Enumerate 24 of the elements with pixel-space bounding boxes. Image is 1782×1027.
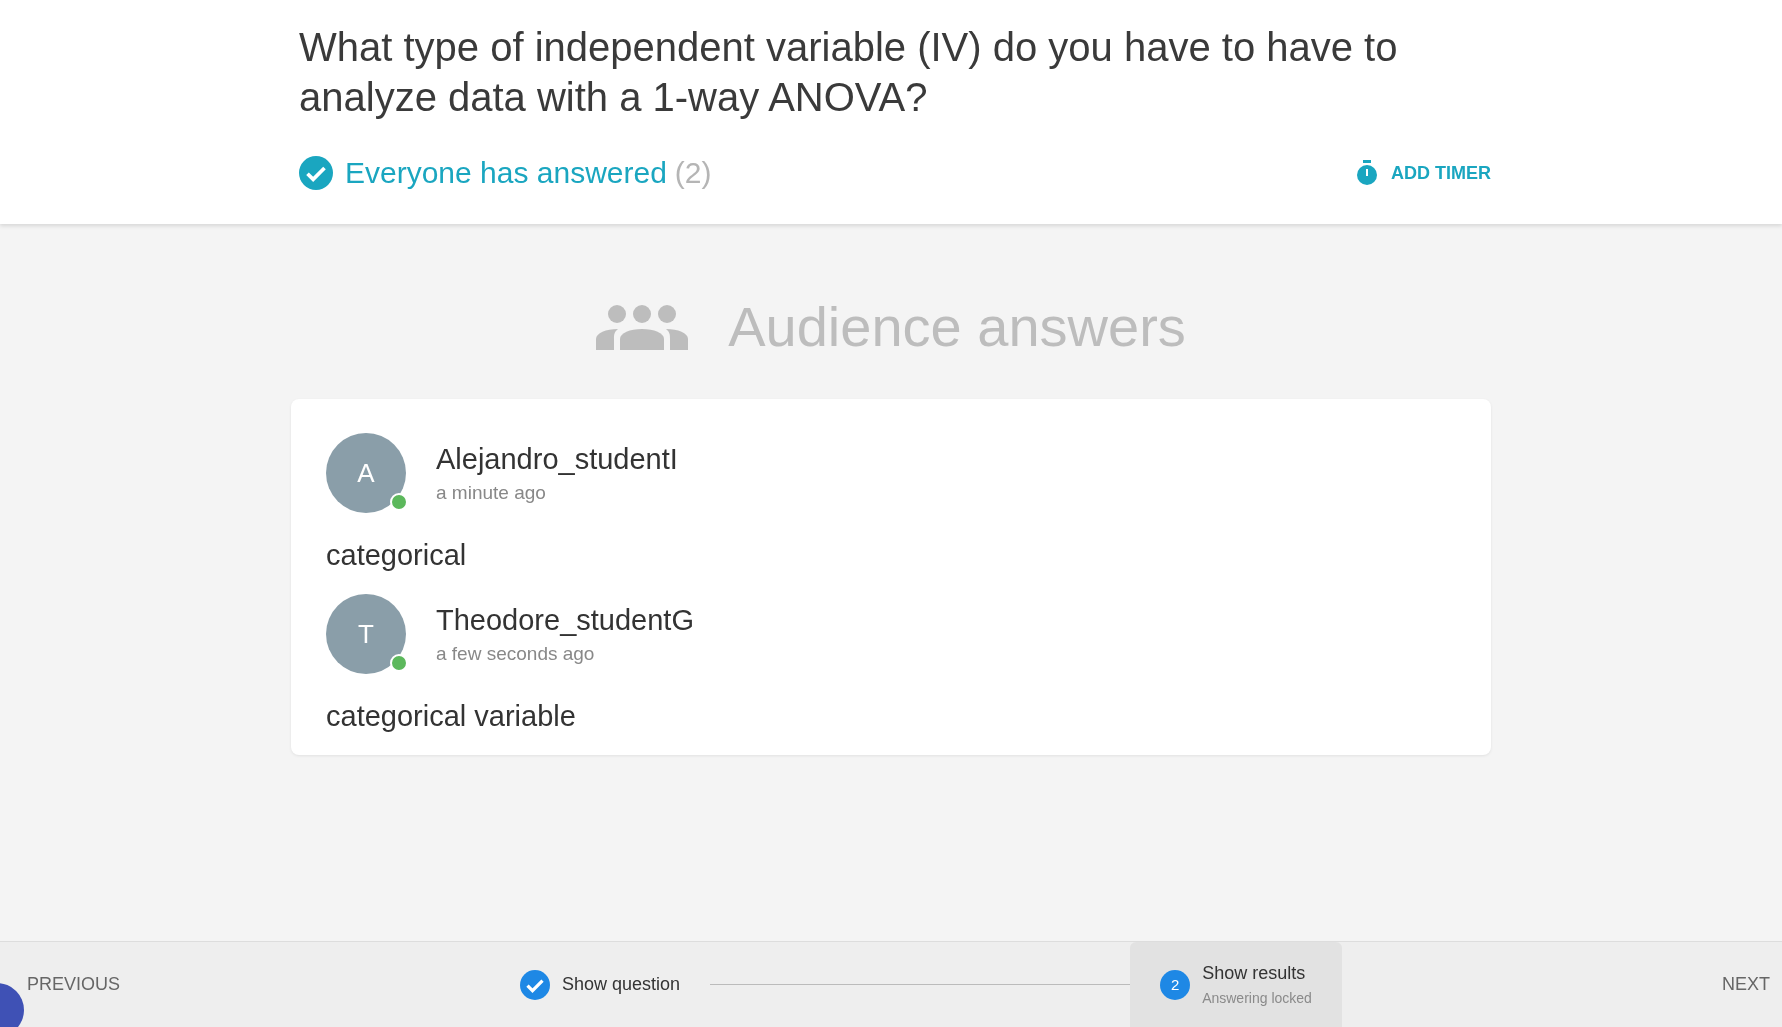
answer-text: categorical: [326, 539, 468, 572]
next-button[interactable]: NEXT: [1722, 970, 1770, 999]
user-name: Theodore_studentG: [436, 603, 694, 637]
step[interactable]: 2 Show results Answering locked: [1130, 942, 1342, 1027]
answer-time: a minute ago: [436, 481, 547, 504]
answer-status: Everyone has answered: [345, 156, 667, 190]
add-timer-button[interactable]: ADD TIMER: [1355, 156, 1491, 190]
answer-count: (2): [674, 156, 712, 190]
check-circle-icon: [520, 969, 551, 1000]
check-circle-icon: [299, 156, 333, 190]
answer-text: categorical variable: [326, 700, 577, 733]
step-label: Show question: [562, 974, 681, 995]
people-icon: [596, 303, 689, 350]
avatar: A: [326, 433, 406, 513]
stopwatch-icon: [1355, 160, 1379, 186]
previous-button[interactable]: PREVIOUS: [27, 970, 121, 999]
answer-time: a few seconds ago: [436, 642, 596, 665]
user-name: Alejandro_studentI: [436, 442, 678, 476]
step-sublabel: Answering locked: [1202, 990, 1312, 1006]
avatar: T: [326, 594, 406, 674]
step-label: Show results: [1202, 963, 1307, 984]
question-title: What type of independent variable (IV) do you have to have to analyze data with a 1-way ANOVA?: [299, 24, 1399, 121]
step-number: 2: [1160, 969, 1191, 1000]
step[interactable]: Show question: [490, 942, 711, 1027]
